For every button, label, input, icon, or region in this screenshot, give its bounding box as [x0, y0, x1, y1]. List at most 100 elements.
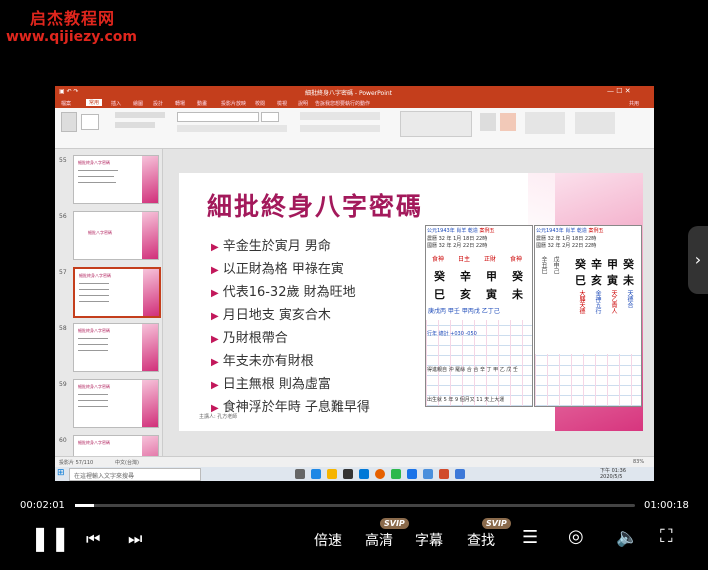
tab-slideshow[interactable]: 投影片放映	[221, 100, 246, 107]
app-icon[interactable]	[407, 469, 417, 479]
chart-vertical-text: 大驛天德	[578, 290, 585, 314]
bullet-item: ▶ 以正財為格 甲祿在寅	[211, 262, 344, 277]
thumb-number: 60	[59, 437, 67, 444]
tell-me-search[interactable]: 告訴我您想要執行的動作	[315, 100, 370, 107]
chart-branch: 亥	[591, 274, 602, 287]
subtitle-button[interactable]: 字幕	[415, 530, 443, 550]
pause-icon[interactable]: ❚❚	[30, 524, 70, 552]
paste-icon[interactable]	[61, 112, 77, 132]
chart-branch: 亥	[460, 288, 471, 301]
taskbar-date: 2020/5/5	[600, 474, 623, 480]
app-icon[interactable]	[423, 469, 433, 479]
chart-vertical-text: 天乙貴人	[610, 290, 617, 314]
new-slide-icon[interactable]	[81, 114, 99, 130]
chart-grid	[535, 354, 641, 406]
alignment-buttons[interactable]	[300, 125, 380, 132]
tab-transitions[interactable]: 轉場	[175, 100, 185, 107]
arrange-icon[interactable]	[480, 113, 496, 131]
thumb-number: 55	[59, 157, 67, 164]
bullet-item: ▶ 年支未亦有財根	[211, 354, 314, 369]
chart-notes: 得進親自 沖 羅絲 合 合 辛 丁 甲 乙 戊 壬	[427, 367, 518, 373]
shape-format-buttons[interactable]	[525, 112, 565, 134]
windows-start-icon[interactable]: ⊞	[57, 468, 65, 478]
bullet-icon: ▶	[211, 311, 219, 322]
watermark-url: www.qijiezy.com	[6, 29, 137, 45]
tab-home[interactable]: 常用	[86, 99, 103, 106]
font-size-select[interactable]	[261, 112, 279, 122]
volume-icon[interactable]: 🔈	[616, 527, 638, 548]
slide-thumbnail[interactable]: 細批八字密碼	[73, 211, 159, 260]
thumb-title: 細批終身八字密碼	[79, 273, 111, 278]
paragraph-buttons[interactable]	[300, 112, 380, 120]
current-slide[interactable]: 細批終身八字密碼 ▶ 辛金生於寅月 男命 ▶ 以正財為格 甲祿在寅 ▶ 代表16-32…	[179, 173, 643, 431]
chart-stem: 癸	[512, 270, 523, 283]
previous-icon[interactable]: ⏮	[86, 529, 100, 549]
search-button[interactable]: 查找	[467, 530, 495, 550]
tab-draw[interactable]: 繪圖	[133, 100, 143, 107]
chart-stem: 辛	[591, 258, 602, 271]
wechat-icon[interactable]	[391, 469, 401, 479]
font-select[interactable]	[177, 112, 259, 122]
tab-animations[interactable]: 動畫	[197, 100, 207, 107]
bullet-icon: ▶	[211, 265, 219, 276]
seek-bar-fill	[75, 504, 95, 507]
app-icon[interactable]	[455, 469, 465, 479]
tab-review[interactable]: 校閱	[255, 100, 265, 107]
slide-editor: 細批終身八字密碼 ▶ 辛金生於寅月 男命 ▶ 以正財為格 甲祿在寅 ▶ 代表16-32…	[163, 149, 654, 456]
file-explorer-icon[interactable]	[327, 469, 337, 479]
slide-thumbnail-selected[interactable]: 細批終身八字密碼	[73, 267, 161, 318]
next-icon[interactable]: ⏭	[128, 529, 142, 549]
font-format-buttons[interactable]	[177, 125, 287, 132]
language-indicator: 中文(台灣)	[115, 460, 139, 466]
powerpoint-icon[interactable]	[439, 469, 449, 479]
tab-help[interactable]: 說明	[298, 100, 308, 107]
taskbar-search-box[interactable]: 在這裡輸入文字來搜尋	[69, 468, 201, 481]
shapes-gallery[interactable]	[400, 111, 472, 137]
bullet-icon: ▶	[211, 380, 219, 391]
chart-hidden-stems: 庚戊丙 甲壬 甲丙戊 乙丁己	[428, 308, 500, 315]
bazi-chart-right: 公元1943年 肖羊 乾造 案例五 農曆 32 年 1月 18日 22時 國曆 …	[534, 225, 642, 407]
tab-insert[interactable]: 插入	[111, 100, 121, 107]
quick-styles-icon[interactable]	[500, 113, 516, 131]
reset-menu[interactable]	[115, 122, 155, 128]
tab-view[interactable]: 檢視	[277, 100, 287, 107]
chart-lunar-row: 農曆 32 年 1月 18日 22時	[536, 236, 597, 242]
thumb-title: 細批終身八字密碼	[78, 384, 110, 389]
chart-luck-row: 行年 總計 +030 -050	[427, 331, 477, 337]
chart-branch: 未	[512, 288, 523, 301]
edge-icon[interactable]	[311, 469, 321, 479]
watermark-site-name: 启杰教程网	[30, 9, 116, 28]
chart-god: 日主	[458, 256, 471, 263]
share-button[interactable]: 共用	[629, 100, 639, 107]
bullet-icon: ▶	[211, 242, 219, 253]
target-icon[interactable]: ◎	[568, 526, 584, 547]
save-icon[interactable]: ▣ ↶ ↷	[59, 88, 79, 95]
total-time: 01:00:18	[644, 500, 689, 511]
editing-buttons[interactable]	[575, 112, 615, 134]
tab-file[interactable]: 檔案	[61, 100, 71, 107]
window-controls[interactable]: — ☐ ✕	[607, 87, 631, 95]
firefox-icon[interactable]	[375, 469, 385, 479]
layout-menu[interactable]	[115, 112, 165, 118]
slide-thumbnail-pane: 55 細批終身八字密碼 56 細批八字密碼 57 細批終身八字密碼 58 細批終…	[55, 149, 163, 481]
current-time: 00:02:01	[20, 500, 65, 511]
store-icon[interactable]	[343, 469, 353, 479]
quality-button[interactable]: 高清	[365, 530, 393, 550]
svip-badge: SVIP	[482, 518, 511, 529]
thumb-number: 59	[59, 381, 67, 388]
playlist-icon[interactable]: ☰	[522, 527, 538, 548]
slide-thumbnail[interactable]: 細批終身八字密碼	[73, 323, 159, 372]
slide-thumbnail[interactable]: 細批終身八字密碼	[73, 155, 159, 204]
fullscreen-icon[interactable]: ⛶	[660, 526, 673, 547]
seek-bar[interactable]	[75, 504, 635, 507]
task-view-icon[interactable]	[295, 469, 305, 479]
slide-thumbnail[interactable]: 細批終身八字密碼	[73, 379, 159, 428]
bullet-item: ▶ 代表16-32歲 財為旺地	[211, 285, 356, 300]
chart-branch: 寅	[486, 288, 497, 301]
zoom-level[interactable]: 83%	[633, 459, 644, 465]
mail-icon[interactable]	[359, 469, 369, 479]
next-video-arrow-icon[interactable]: ›	[688, 226, 708, 294]
chart-branch: 未	[623, 274, 634, 287]
speed-button[interactable]: 倍速	[314, 530, 342, 550]
tab-design[interactable]: 設計	[153, 100, 163, 107]
